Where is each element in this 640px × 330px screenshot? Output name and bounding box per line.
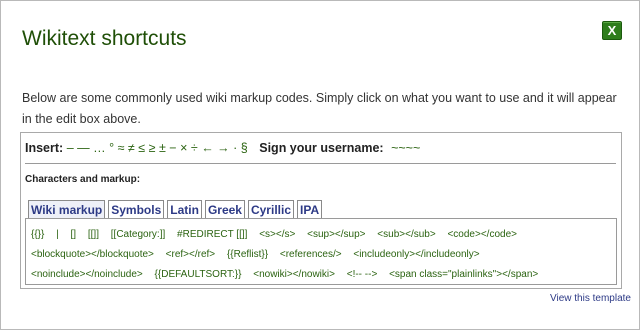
insert-char[interactable]: – bbox=[67, 141, 74, 155]
markup-code[interactable]: <noinclude></noinclude> bbox=[31, 269, 143, 280]
markup-code[interactable]: [] bbox=[71, 229, 77, 240]
markup-code[interactable]: <sub></sub> bbox=[377, 229, 435, 240]
insert-char[interactable]: → bbox=[214, 141, 230, 155]
insert-char[interactable]: … bbox=[90, 141, 106, 155]
markup-code[interactable]: [[]] bbox=[88, 229, 99, 240]
close-button[interactable]: X bbox=[602, 21, 622, 40]
tab-wiki-markup[interactable]: Wiki markup bbox=[28, 200, 106, 218]
insert-char[interactable]: § bbox=[237, 141, 248, 155]
dialog-title: Wikitext shortcuts bbox=[22, 27, 187, 50]
insert-line: Insert: – — … ° ≈ ≠ ≤ ≥ ± − × ÷ ← → · § … bbox=[25, 141, 420, 155]
markup-code[interactable]: <!-- --> bbox=[347, 269, 378, 280]
insert-char[interactable]: ° bbox=[106, 141, 114, 155]
section-label: Characters and markup: bbox=[25, 174, 141, 185]
insert-char[interactable]: ≠ bbox=[124, 141, 135, 155]
insert-char[interactable]: ≈ bbox=[114, 141, 125, 155]
markup-code[interactable]: <includeonly></includeonly> bbox=[353, 249, 479, 260]
markup-code[interactable]: <nowiki></nowiki> bbox=[253, 269, 335, 280]
insert-characters: – — … ° ≈ ≠ ≤ ≥ ± − × ÷ ← → · § bbox=[67, 141, 248, 155]
insert-char[interactable]: ← bbox=[198, 141, 214, 155]
wikitext-shortcuts-dialog: Wikitext shortcuts X Below are some comm… bbox=[0, 0, 640, 330]
markup-code[interactable]: <blockquote></blockquote> bbox=[31, 249, 154, 260]
insert-char[interactable]: — bbox=[74, 141, 90, 155]
markup-codes: {{}} | [] [[]] [[Category:]] #REDIRECT [… bbox=[31, 225, 611, 285]
markup-code[interactable]: {{DEFAULTSORT:}} bbox=[155, 269, 242, 280]
insert-char[interactable]: × bbox=[177, 141, 187, 155]
markup-code[interactable]: | bbox=[56, 229, 59, 240]
markup-code[interactable]: {{Reflist}} bbox=[227, 249, 268, 260]
markup-code[interactable]: <span class="plainlinks"></span> bbox=[389, 269, 538, 280]
tab-cyrillic[interactable]: Cyrillic bbox=[247, 200, 294, 218]
insert-char[interactable]: ≥ bbox=[145, 141, 156, 155]
intro-text: Below are some commonly used wiki markup… bbox=[22, 91, 617, 126]
tab-ipa[interactable]: IPA bbox=[297, 200, 323, 218]
markup-code[interactable]: [[Category:]] bbox=[111, 229, 165, 240]
insert-char[interactable]: ÷ bbox=[187, 141, 198, 155]
insert-char[interactable]: ≤ bbox=[135, 141, 145, 155]
insert-char[interactable]: ± bbox=[155, 141, 166, 155]
markup-tabs: Wiki markup Symbols Latin Greek Cyrillic IPA bbox=[28, 200, 323, 218]
markup-code[interactable]: #REDIRECT [[]] bbox=[177, 229, 247, 240]
markup-code[interactable]: <code></code> bbox=[447, 229, 517, 240]
insert-char[interactable]: − bbox=[166, 141, 176, 155]
tab-latin[interactable]: Latin bbox=[167, 200, 202, 218]
markup-code[interactable]: <sup></sup> bbox=[307, 229, 365, 240]
shortcuts-panel: Insert: – — … ° ≈ ≠ ≤ ≥ ± − × ÷ ← → · § … bbox=[20, 132, 622, 289]
divider bbox=[25, 163, 616, 164]
view-template-link[interactable]: View this template bbox=[550, 293, 631, 304]
tab-symbols[interactable]: Symbols bbox=[108, 200, 165, 218]
tab-greek[interactable]: Greek bbox=[204, 200, 245, 218]
markup-code[interactable]: <ref></ref> bbox=[166, 249, 215, 260]
markup-code[interactable]: <s></s> bbox=[259, 229, 295, 240]
signature-insert[interactable]: ~~~~ bbox=[391, 141, 420, 155]
markup-code[interactable]: <references/> bbox=[280, 249, 342, 260]
markup-code[interactable]: {{}} bbox=[31, 229, 44, 240]
signature-label: Sign your username: bbox=[259, 141, 384, 155]
codes-box: {{}} | [] [[]] [[Category:]] #REDIRECT [… bbox=[25, 218, 617, 285]
insert-label: Insert: bbox=[25, 141, 64, 155]
